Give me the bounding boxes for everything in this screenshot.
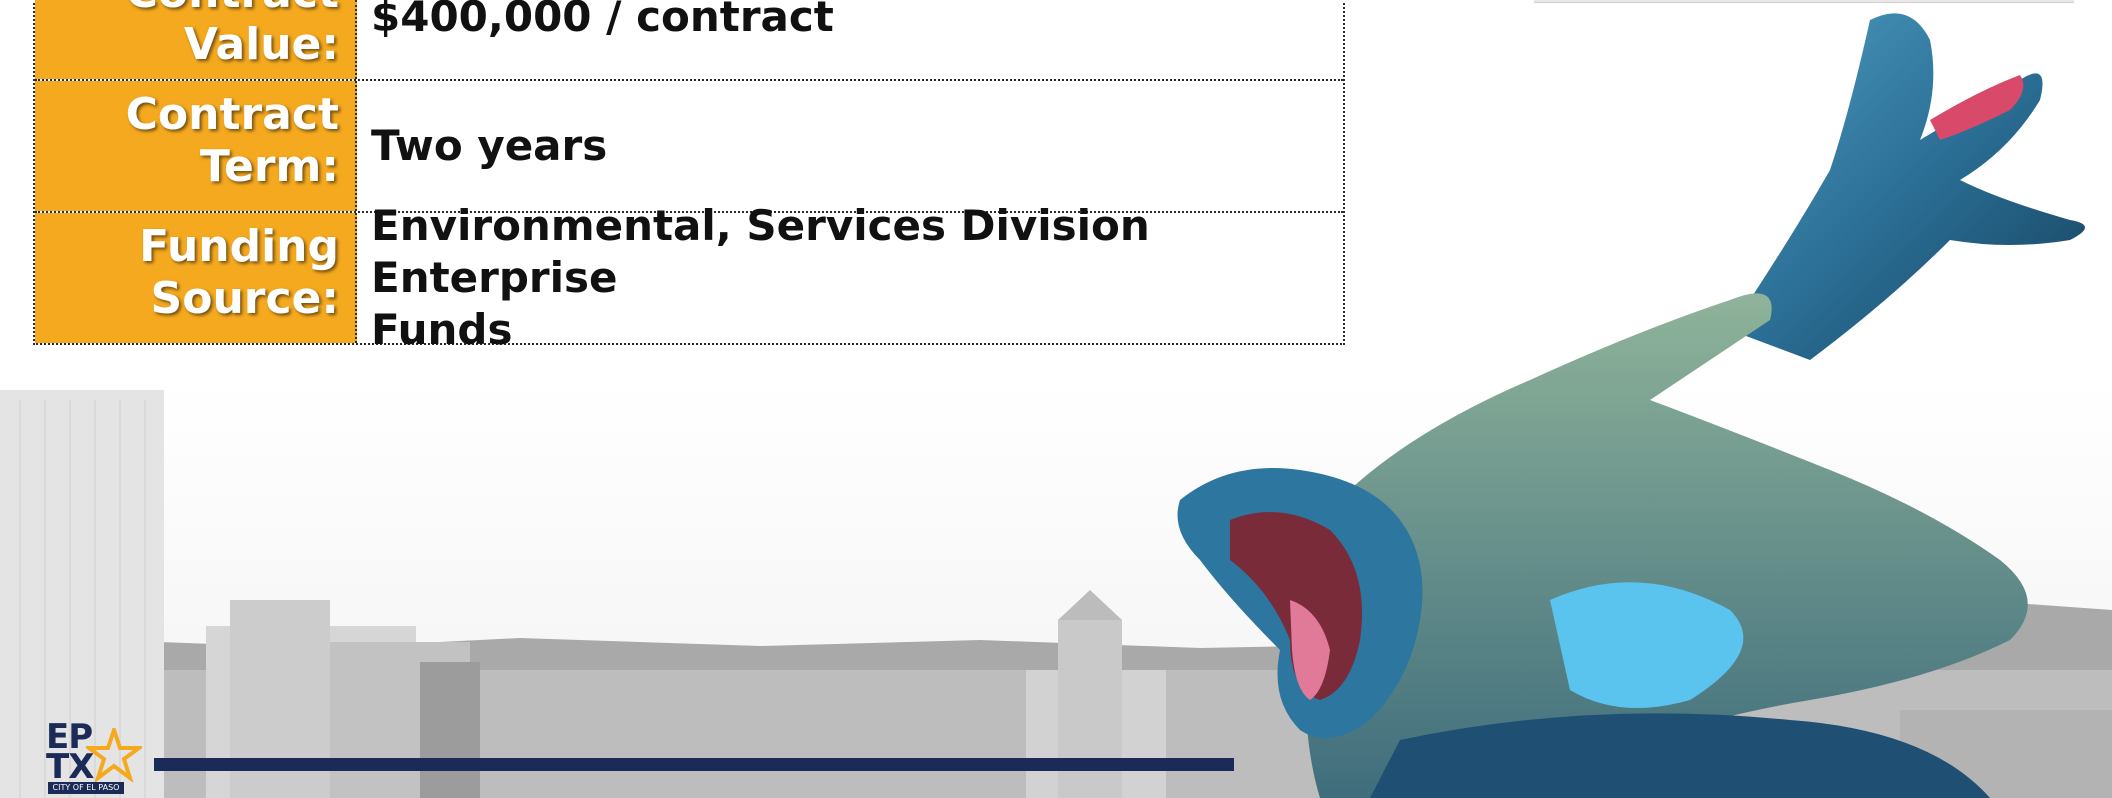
- value-text: Environmental, Services Division Enterpr…: [371, 201, 1150, 302]
- label-text: Contract: [125, 89, 339, 140]
- value-text: $400,000 / contract: [371, 0, 834, 41]
- table-row: Funding Source: Environmental, Services …: [35, 201, 1343, 354]
- contract-details-table: Contract Value: $400,000 / contract Cont…: [33, 0, 1345, 354]
- label-text: Value:: [183, 19, 339, 70]
- row-value: Two years: [357, 81, 1343, 211]
- table-row: Contract Value: $400,000 / contract: [35, 0, 1343, 79]
- row-label: Contract Value:: [35, 0, 357, 79]
- row-value: $400,000 / contract: [357, 0, 1343, 79]
- logo-caption: CITY OF EL PASO: [48, 782, 124, 794]
- value-text: Two years: [371, 121, 608, 170]
- label-text: Funding: [139, 221, 339, 272]
- footer-navy-bar: [154, 758, 1234, 771]
- label-text: Term:: [199, 141, 339, 192]
- star-icon: [86, 728, 142, 782]
- row-label: Funding Source:: [35, 213, 357, 343]
- row-label: Contract Term:: [35, 81, 357, 211]
- city-of-el-paso-logo: EP TX CITY OF EL PASO: [46, 720, 146, 796]
- table-row: Contract Term: Two years: [35, 79, 1343, 211]
- label-text: Contract: [43, 0, 339, 19]
- row-value: Environmental, Services Division Enterpr…: [357, 201, 1343, 354]
- label-text: Source:: [150, 273, 339, 324]
- value-text: Funds: [371, 305, 513, 354]
